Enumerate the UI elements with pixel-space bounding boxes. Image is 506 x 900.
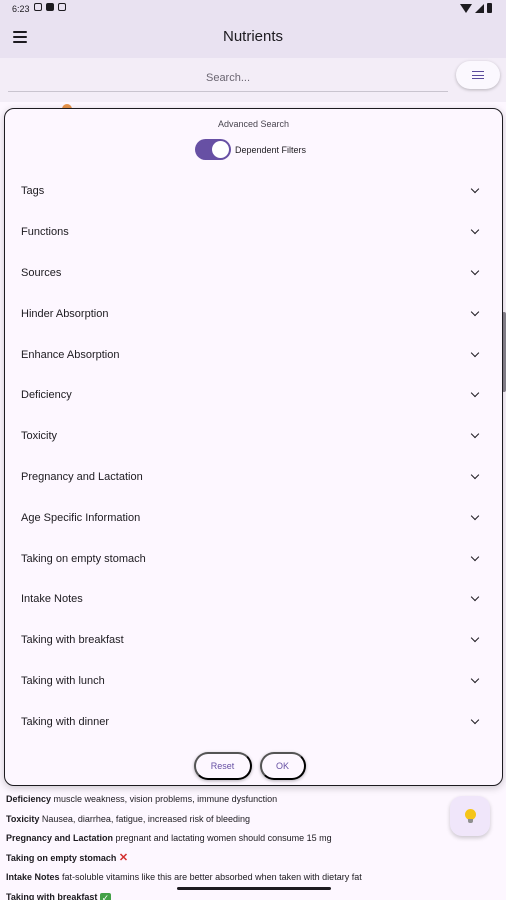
detail-line: Deficiency muscle weakness, vision probl… (6, 794, 278, 804)
filter-sources[interactable]: Sources (5, 253, 502, 294)
detail-line: Pregnancy and Lactation pregnant and lac… (6, 833, 332, 843)
dialog-title: Advanced Search (217, 119, 290, 129)
chevron-down-icon (470, 593, 480, 602)
tips-button[interactable] (450, 796, 490, 836)
filter-hinder-absorption[interactable]: Hinder Absorption (5, 293, 502, 334)
filter-toxicity[interactable]: Toxicity (5, 416, 502, 457)
notification-icons (34, 3, 66, 11)
detail-line: Taking on empty stomach ✕ (6, 851, 129, 864)
chevron-down-icon (470, 552, 480, 561)
filter-dinner[interactable]: Taking with dinner (5, 701, 502, 742)
chevron-down-icon (470, 470, 480, 480)
home-indicator (177, 887, 331, 890)
filter-pregnancy-lactation[interactable]: Pregnancy and Lactation (5, 457, 502, 498)
filter-functions[interactable]: Functions (5, 212, 502, 253)
wifi-icon (460, 3, 472, 13)
battery-icon (487, 3, 492, 13)
filter-deficiency[interactable]: Deficiency (5, 375, 502, 416)
chevron-down-icon (470, 225, 480, 235)
cross-mark-icon: ✕ (118, 851, 129, 864)
chevron-down-icon (470, 633, 480, 643)
reset-button[interactable]: Reset (193, 752, 252, 780)
page-title: Nutrients (222, 28, 284, 45)
filter-empty-stomach[interactable]: Taking on empty stomach (5, 538, 502, 579)
status-time: 6:23 (12, 4, 30, 14)
chevron-down-icon (470, 307, 480, 317)
signal-icon (475, 3, 484, 13)
toggle-label: Dependent Filters (235, 144, 307, 155)
screenshot-icon (58, 3, 66, 11)
chevron-down-icon (470, 674, 480, 684)
search-row (0, 58, 506, 102)
filter-enhance-absorption[interactable]: Enhance Absorption (5, 334, 502, 375)
detail-line: Intake Notes fat-soluble vitamins like t… (6, 872, 362, 882)
dependent-filters-toggle-row: Dependent Filters (195, 139, 306, 160)
chevron-down-icon (470, 511, 480, 521)
chevron-down-icon (470, 348, 480, 357)
filter-age-specific[interactable]: Age Specific Information (5, 497, 502, 538)
chevron-down-icon (470, 185, 480, 194)
dependent-filters-switch[interactable] (195, 139, 231, 160)
filter-breakfast[interactable]: Taking with breakfast (5, 620, 502, 661)
search-input[interactable] (8, 64, 448, 92)
chevron-down-icon (470, 715, 480, 724)
filter-intake-notes[interactable]: Intake Notes (5, 579, 502, 620)
nutrient-details: Deficiency muscle weakness, vision probl… (6, 790, 362, 900)
dialog-actions: Reset OK (5, 752, 502, 780)
check-mark-icon: ✓ (99, 892, 111, 900)
lock-icon (46, 3, 54, 11)
filter-tags[interactable]: Tags (5, 171, 502, 212)
lightbulb-icon (464, 808, 476, 823)
filter-lunch[interactable]: Taking with lunch (5, 661, 502, 702)
ok-button[interactable]: OK (259, 752, 306, 780)
detail-line: Toxicity Nausea, diarrhea, fatigue, incr… (6, 813, 250, 824)
filter-list: Tags Functions Sources Hinder Absorption… (5, 171, 502, 742)
sync-icon (34, 3, 42, 11)
tune-icon (472, 70, 484, 80)
chevron-down-icon (470, 389, 480, 398)
status-bar: 6:23 (0, 0, 506, 18)
app-bar: Nutrients (0, 18, 506, 58)
system-icons (460, 3, 492, 13)
filter-button[interactable] (456, 61, 500, 89)
chevron-down-icon (470, 429, 480, 439)
advanced-search-dialog: Advanced Search Dependent Filters Tags F… (4, 108, 503, 786)
chevron-down-icon (470, 266, 480, 276)
